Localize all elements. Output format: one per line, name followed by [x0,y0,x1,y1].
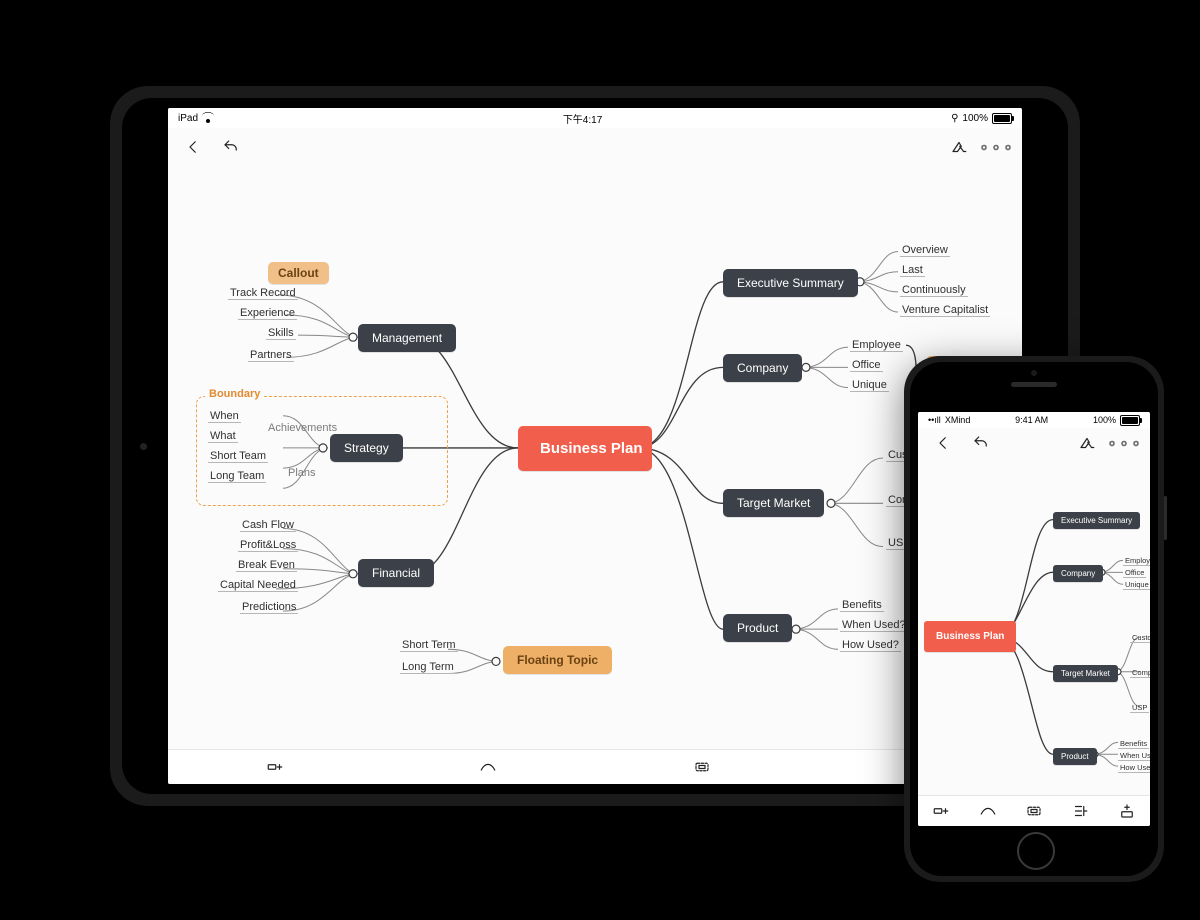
leaf[interactable]: Profit&Loss [238,538,298,552]
leaf[interactable]: Office [850,358,883,372]
callout-label[interactable]: Callout [268,262,329,284]
leaf[interactable]: Customers [1130,632,1150,643]
node-floating-topic[interactable]: Floating Topic [503,646,612,674]
clock-label: 9:41 AM [970,415,1093,425]
leaf[interactable]: When Used? [1118,750,1150,761]
leaf[interactable]: When [208,409,241,423]
leaf-sub: Achievements [266,421,339,434]
leaf[interactable]: What [208,429,238,443]
node-product[interactable]: Product [1053,748,1097,765]
iphone-status-bar: ••ıll XMind 9:41 AM 100% [918,412,1150,428]
leaf[interactable]: Employee [1123,555,1150,566]
node-target-market[interactable]: Target Market [1053,665,1118,682]
leaf[interactable]: Benefits [840,598,884,612]
wifi-icon [202,113,214,123]
carrier-label: XMind [945,415,971,425]
leaf[interactable]: Cash Flow [240,518,296,532]
leaf[interactable]: Long Term [400,660,456,674]
node-target-market[interactable]: Target Market [723,489,824,517]
undo-button[interactable] [220,136,242,158]
leaf[interactable]: Employee [850,338,903,352]
iphone-screen: ••ıll XMind 9:41 AM 100% ∘∘∘ [918,412,1150,826]
undo-button[interactable] [970,432,992,454]
add-subtopic-icon[interactable] [264,756,286,778]
node-company[interactable]: Company [723,354,802,382]
ipad-canvas[interactable]: Business Plan Callout Management Track R… [168,166,1022,750]
leaf[interactable]: Venture Capitalist [900,303,990,317]
node-company[interactable]: Company [1053,565,1103,582]
leaf[interactable]: Predictions [240,600,298,614]
leaf[interactable]: Continuously [900,283,968,297]
node-financial[interactable]: Financial [358,559,434,587]
leaf[interactable]: How Used? [1118,762,1150,773]
add-topic-icon[interactable] [1116,800,1138,822]
central-topic[interactable]: Business Plan [924,621,1016,652]
leaf[interactable]: Break Even [236,558,297,572]
leaf[interactable]: When Used? [840,618,908,632]
style-button[interactable] [948,136,970,158]
leaf[interactable]: Office [1123,567,1146,578]
iphone-bottom-toolbar [918,795,1150,826]
boundary-icon[interactable] [691,756,713,778]
carrier-label: iPad [178,113,198,124]
add-subtopic-icon[interactable] [930,800,952,822]
iphone-toolbar: ∘∘∘ [918,428,1150,459]
leaf[interactable]: Overview [900,243,950,257]
iphone-camera [1031,370,1037,376]
summary-icon[interactable] [1069,800,1091,822]
iphone-speaker [1011,382,1057,387]
battery-icon [1120,415,1140,426]
relationship-icon[interactable] [477,756,499,778]
iphone-device: ••ıll XMind 9:41 AM 100% ∘∘∘ [904,356,1164,882]
leaf[interactable]: Competitors [1130,667,1150,678]
node-strategy[interactable]: Strategy [330,434,403,462]
bluetooth-icon: ⚲ [951,113,958,124]
leaf[interactable]: Experience [238,306,297,320]
relationship-icon[interactable] [977,800,999,822]
node-exec-summary[interactable]: Executive Summary [723,269,858,297]
node-product[interactable]: Product [723,614,792,642]
signal-icon: ••ıll [928,415,941,425]
battery-label: 100% [1093,415,1116,425]
back-button[interactable] [182,136,204,158]
clock-label: 下午4:17 [214,111,951,126]
leaf[interactable]: Partners [248,348,294,362]
leaf[interactable]: Capital Needed [218,578,298,592]
leaf[interactable]: Short Term [400,638,458,652]
style-button[interactable] [1076,432,1098,454]
leaf[interactable]: Short Team [208,449,268,463]
leaf-sub: Plans [286,466,318,479]
iphone-home-button[interactable] [1017,832,1055,870]
leaf[interactable]: Last [900,263,925,277]
ipad-screen: iPad 下午4:17 ⚲ 100% ∘∘∘ [168,108,1022,784]
back-button[interactable] [932,432,954,454]
leaf[interactable]: Benefits [1118,738,1149,749]
ipad-toolbar: ∘∘∘ [168,128,1022,167]
leaf[interactable]: Long Team [208,469,266,483]
boundary-icon[interactable] [1023,800,1045,822]
leaf[interactable]: Skills [266,326,296,340]
more-button[interactable]: ∘∘∘ [1114,432,1136,454]
leaf[interactable]: USP [1130,702,1149,713]
battery-label: 100% [962,113,988,124]
iphone-canvas[interactable]: Business Plan Executive Summary Company … [918,458,1150,796]
leaf[interactable]: Unique [1123,579,1150,590]
ipad-bottom-toolbar [168,749,1022,784]
central-topic[interactable]: Business Plan [518,426,652,471]
battery-icon [992,113,1012,124]
leaf[interactable]: Track Record [228,286,298,300]
leaf[interactable]: Unique [850,378,889,392]
node-exec-summary[interactable]: Executive Summary [1053,512,1140,529]
node-management[interactable]: Management [358,324,456,352]
more-button[interactable]: ∘∘∘ [986,136,1008,158]
ipad-status-bar: iPad 下午4:17 ⚲ 100% [168,108,1022,128]
leaf[interactable]: How Used? [840,638,901,652]
ipad-camera [140,443,147,450]
boundary-label: Boundary [205,388,264,400]
iphone-side-button[interactable] [1164,496,1167,540]
